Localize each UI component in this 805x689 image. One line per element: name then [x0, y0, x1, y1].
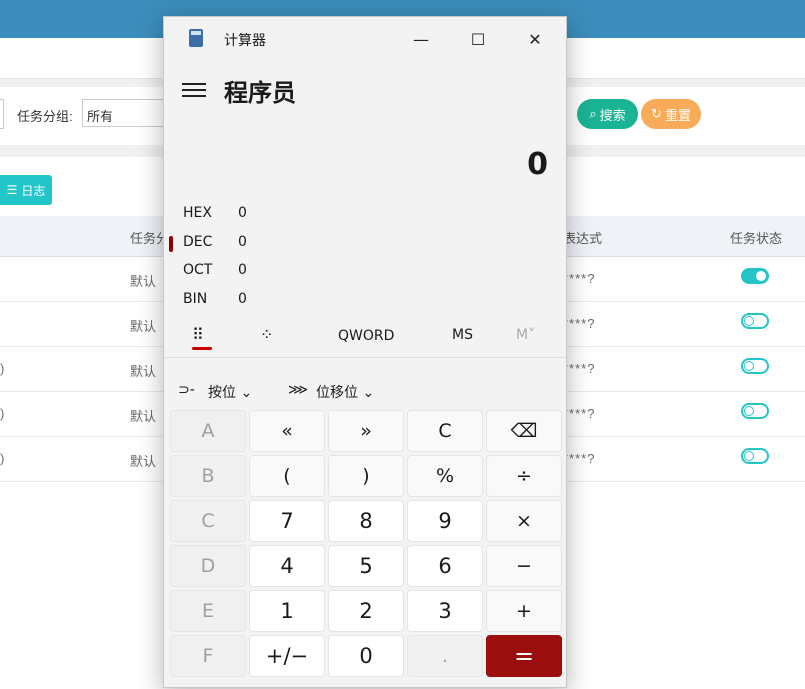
status-toggle[interactable] — [741, 448, 769, 464]
result-display: 0 — [527, 147, 548, 182]
key-20[interactable]: E — [170, 590, 246, 632]
active-tab-indicator — [192, 347, 212, 350]
word-size-button[interactable]: QWORD — [338, 328, 394, 344]
key-3[interactable]: C — [407, 410, 483, 452]
bit-shift-dropdown[interactable]: 位移位 ⌄ — [316, 382, 374, 402]
window-title: 计算器 — [224, 33, 266, 49]
row-group: 默认 — [130, 364, 157, 379]
radix-dec[interactable]: DEC 0 — [164, 229, 566, 257]
column-header-expression: 表达式 — [563, 231, 603, 246]
title-bar: 计算器 — ☐ ✕ — [164, 17, 566, 59]
key-22[interactable]: 2 — [328, 590, 404, 632]
key-0[interactable]: A — [170, 410, 246, 452]
key-21[interactable]: 1 — [249, 590, 325, 632]
mode-title: 程序员 — [224, 79, 296, 107]
status-toggle[interactable] — [741, 358, 769, 374]
log-button[interactable]: ☰ 日志 — [0, 175, 52, 205]
key-5[interactable]: B — [170, 455, 246, 497]
minimize-button[interactable]: — — [399, 25, 443, 53]
row-expression: ****? — [563, 271, 596, 286]
key-12[interactable]: 8 — [328, 500, 404, 542]
list-icon: ☰ — [6, 183, 18, 197]
selection-indicator — [169, 236, 173, 252]
key-25[interactable]: F — [170, 635, 246, 677]
key-8[interactable]: % — [407, 455, 483, 497]
row-cell-partial: ) — [0, 406, 5, 421]
key-9[interactable]: ÷ — [486, 455, 562, 497]
logic-gate-icon: ⊃- — [178, 382, 195, 398]
key-27[interactable]: 0 — [328, 635, 404, 677]
key-4[interactable]: ⌫ — [486, 410, 562, 452]
radix-hex[interactable]: HEX 0 — [164, 200, 566, 228]
task-group-label: 任务分组: — [17, 109, 73, 124]
bit-toggle-keypad-icon[interactable]: ⁘ — [260, 325, 273, 344]
calculator-window: 计算器 — ☐ ✕ 程序员 0 HEX 0 DEC 0 OCT 0 BIN 0 … — [163, 16, 567, 688]
row-group: 默认 — [130, 454, 157, 469]
radix-bin[interactable]: BIN 0 — [164, 286, 566, 314]
tab-row: ⠿ ⁘ QWORD MS M˅ — [164, 317, 566, 358]
row-group: 默认 — [130, 319, 157, 334]
radix-oct[interactable]: OCT 0 — [164, 257, 566, 285]
bit-shift-icon: ⋙ — [288, 382, 308, 398]
status-toggle[interactable] — [741, 313, 769, 329]
key-13[interactable]: 9 — [407, 500, 483, 542]
memory-store-button[interactable]: MS — [452, 327, 473, 343]
keypad: A «» C ⌫ B()% ÷ C 7 8 9 × D 4 5 6− E 1 2 3 + F +/− 0. = — [170, 410, 562, 677]
key-19[interactable]: − — [486, 545, 562, 587]
row-expression: ****? — [563, 406, 596, 421]
calculator-icon — [189, 29, 203, 47]
row-expression: ****? — [563, 316, 596, 331]
key-29[interactable]: = — [486, 635, 562, 677]
status-toggle[interactable] — [741, 268, 769, 284]
key-7[interactable]: ) — [328, 455, 404, 497]
key-6[interactable]: ( — [249, 455, 325, 497]
status-toggle[interactable] — [741, 403, 769, 419]
row-group: 默认 — [130, 274, 157, 289]
key-10[interactable]: C — [170, 500, 246, 542]
column-header-status: 任务状态 — [730, 231, 783, 246]
close-button[interactable]: ✕ — [513, 25, 557, 53]
key-1[interactable]: « — [249, 410, 325, 452]
search-icon: ⌕ — [589, 106, 597, 121]
refresh-icon: ↻ — [651, 106, 662, 121]
reset-button[interactable]: ↻ 重置 — [641, 99, 701, 129]
key-28[interactable]: . — [407, 635, 483, 677]
key-14[interactable]: × — [486, 500, 562, 542]
row-expression: ****? — [563, 361, 596, 376]
row-group: 默认 — [130, 409, 157, 424]
key-26[interactable]: +/− — [249, 635, 325, 677]
filter-input-partial[interactable] — [0, 99, 4, 129]
maximize-button[interactable]: ☐ — [456, 25, 500, 53]
row-expression: ****? — [563, 451, 596, 466]
bit-operations-row: ⊃- 按位 ⌄ ⋙ 位移位 ⌄ — [164, 373, 566, 407]
key-18[interactable]: 6 — [407, 545, 483, 587]
key-23[interactable]: 3 — [407, 590, 483, 632]
key-16[interactable]: 4 — [249, 545, 325, 587]
memory-view-button[interactable]: M˅ — [516, 327, 535, 343]
key-17[interactable]: 5 — [328, 545, 404, 587]
key-11[interactable]: 7 — [249, 500, 325, 542]
key-24[interactable]: + — [486, 590, 562, 632]
row-cell-partial: ) — [0, 361, 5, 376]
search-button[interactable]: ⌕ 搜索 — [577, 99, 638, 129]
full-keypad-icon[interactable]: ⠿ — [192, 325, 204, 344]
key-2[interactable]: » — [328, 410, 404, 452]
bitwise-dropdown[interactable]: 按位 ⌄ — [208, 382, 252, 402]
hamburger-menu-icon[interactable] — [182, 79, 206, 101]
row-cell-partial: ) — [0, 451, 5, 466]
key-15[interactable]: D — [170, 545, 246, 587]
